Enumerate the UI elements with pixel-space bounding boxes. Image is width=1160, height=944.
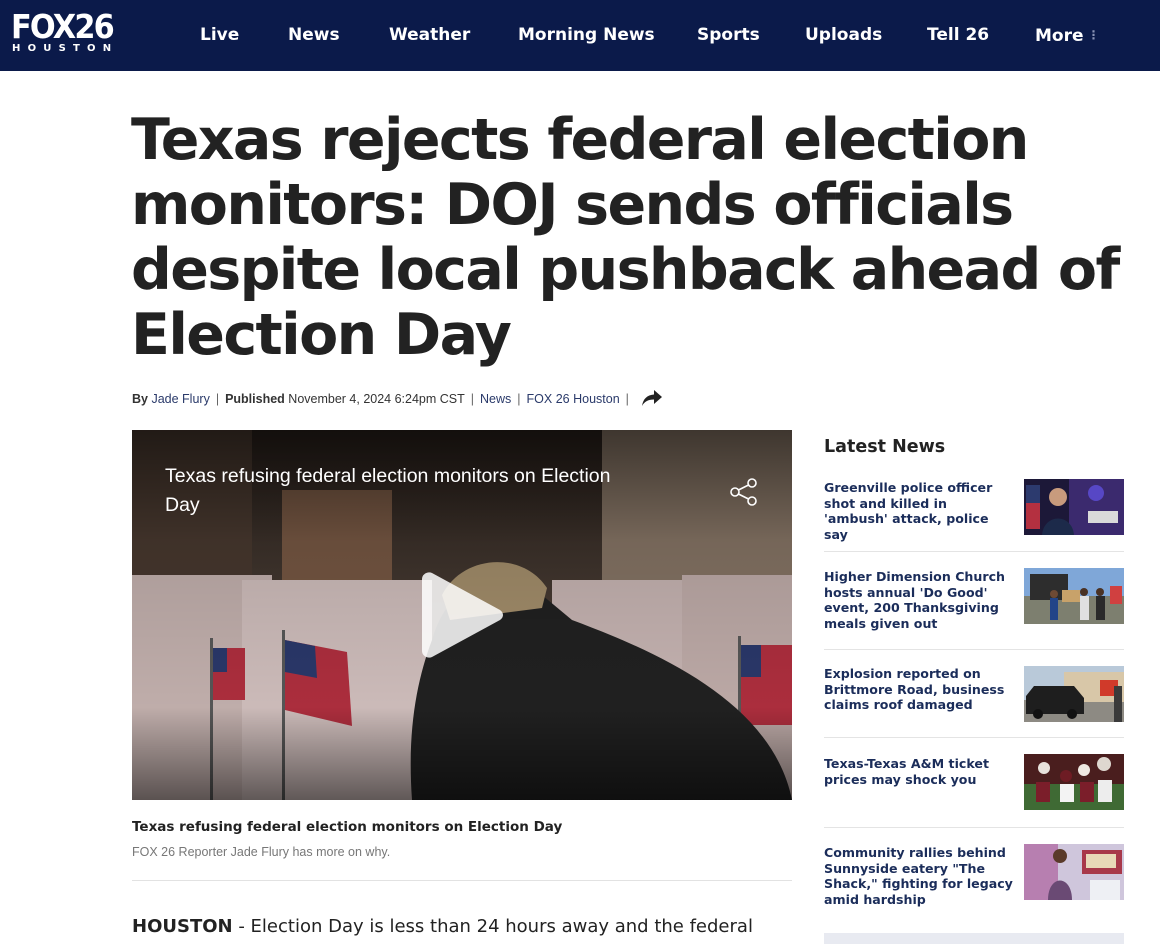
latest-news-headline[interactable]: Community rallies behind Sunnyside eater…: [824, 845, 1014, 908]
news-divider: [824, 551, 1124, 552]
article-headline: Texas rejects federal election monitors:…: [131, 107, 1120, 368]
vertical-dots-icon: ⋮: [1087, 28, 1100, 42]
latest-news-thumbnail[interactable]: [1024, 479, 1124, 535]
latest-news-headline[interactable]: Texas-Texas A&M ticket prices may shock …: [824, 756, 1014, 787]
logo-main: FOX26: [11, 7, 115, 46]
video-player[interactable]: Texas refusing federal election monitors…: [132, 430, 792, 800]
logo-sub: HOUSTON: [12, 43, 119, 54]
article-byline: By Jade Flury | Published November 4, 2024…: [132, 388, 732, 406]
caption-divider: [132, 880, 792, 881]
nav-morning-news[interactable]: Morning News: [518, 24, 655, 48]
play-icon[interactable]: [418, 565, 508, 665]
latest-news-headline[interactable]: Explosion reported on Brittmore Road, bu…: [824, 666, 1014, 713]
lede-dateline: HOUSTON: [132, 916, 233, 937]
video-caption-text: FOX 26 Reporter Jade Flury has more on w…: [132, 845, 391, 859]
byline-by-label: By: [132, 392, 148, 406]
byline-source-link[interactable]: FOX 26 Houston: [527, 392, 620, 406]
share-arrow-icon[interactable]: [641, 388, 663, 408]
news-divider: [824, 737, 1124, 738]
latest-news-thumbnail[interactable]: [1024, 568, 1124, 624]
latest-news-thumbnail[interactable]: [1024, 754, 1124, 810]
nav-uploads[interactable]: Uploads: [805, 24, 882, 48]
sidebar-ad-slot: [824, 933, 1124, 944]
lede-dash: -: [232, 916, 251, 937]
nav-sports[interactable]: Sports: [697, 24, 760, 48]
latest-news-thumbnail[interactable]: [1024, 666, 1124, 722]
news-divider: [824, 827, 1124, 828]
latest-news-item[interactable]: Greenville police officer shot and kille…: [824, 479, 1124, 542]
share-nodes-icon[interactable]: [728, 476, 760, 508]
byline-author-link[interactable]: Jade Flury: [151, 392, 209, 406]
nav-news[interactable]: News: [288, 24, 340, 48]
nav-more-label: More: [1035, 26, 1084, 46]
fox26-logo[interactable]: FOX26 HOUSTON: [11, 10, 131, 58]
news-divider: [824, 649, 1124, 650]
nav-tell-26[interactable]: Tell 26: [927, 24, 989, 48]
byline-published-label: Published: [225, 392, 285, 406]
nav-weather[interactable]: Weather: [389, 24, 470, 48]
nav-live[interactable]: Live: [200, 24, 239, 48]
latest-news-item[interactable]: Explosion reported on Brittmore Road, bu…: [824, 666, 1124, 722]
latest-news-item[interactable]: Texas-Texas A&M ticket prices may shock …: [824, 754, 1124, 812]
byline-section-link[interactable]: News: [480, 392, 511, 406]
latest-news-item[interactable]: Higher Dimension Church hosts annual 'Do…: [824, 568, 1124, 632]
latest-news-headline[interactable]: Higher Dimension Church hosts annual 'Do…: [824, 569, 1014, 632]
article-lede: HOUSTON - Election Day is less than 24 h…: [132, 914, 792, 940]
latest-news-thumbnail[interactable]: [1024, 844, 1124, 900]
site-header: FOX26 HOUSTON Live News Weather Morning …: [0, 0, 1160, 71]
video-title: Texas refusing federal election monitors…: [165, 465, 611, 516]
latest-news-heading: Latest News: [824, 437, 946, 457]
lede-text: Election Day is less than 24 hours away …: [250, 916, 753, 937]
nav-more[interactable]: More ⋮: [1035, 24, 1100, 48]
latest-news-item[interactable]: Community rallies behind Sunnyside eater…: [824, 844, 1124, 909]
byline-published-date: November 4, 2024 6:24pm CST: [288, 392, 465, 406]
video-caption-title: Texas refusing federal election monitors…: [132, 819, 563, 835]
latest-news-headline[interactable]: Greenville police officer shot and kille…: [824, 480, 1014, 543]
